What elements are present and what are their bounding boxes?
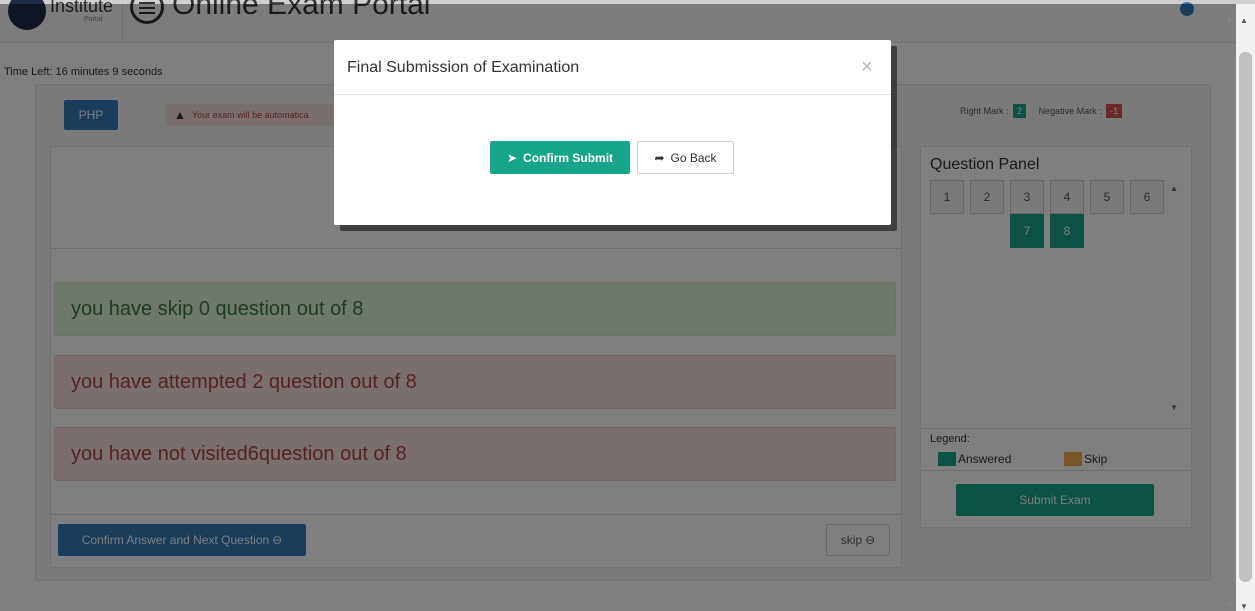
scroll-thumb[interactable] [1239, 52, 1252, 582]
page-scrollbar[interactable]: ▲ ▼ [1236, 4, 1255, 611]
close-icon[interactable]: × [861, 56, 873, 79]
go-back-button[interactable]: ➦ Go Back [637, 141, 734, 174]
scroll-up-icon[interactable]: ▲ [1240, 16, 1248, 25]
go-back-label: Go Back [670, 150, 717, 165]
final-submission-modal: Final Submission of Examination × ➤ Conf… [334, 40, 891, 225]
modal-title: Final Submission of Examination [347, 59, 580, 76]
inner-scroll-up-icon[interactable]: ▲ [1226, 16, 1233, 23]
scroll-down-icon[interactable]: ▼ [1240, 602, 1248, 611]
inner-scroll-down-icon[interactable]: ▼ [1226, 602, 1233, 609]
confirm-submit-label: Confirm Submit [523, 150, 614, 165]
send-icon: ➤ [506, 150, 518, 165]
modal-header-divider [334, 94, 891, 95]
confirm-submit-button[interactable]: ➤ Confirm Submit [490, 141, 630, 174]
share-icon: ➦ [654, 150, 665, 165]
